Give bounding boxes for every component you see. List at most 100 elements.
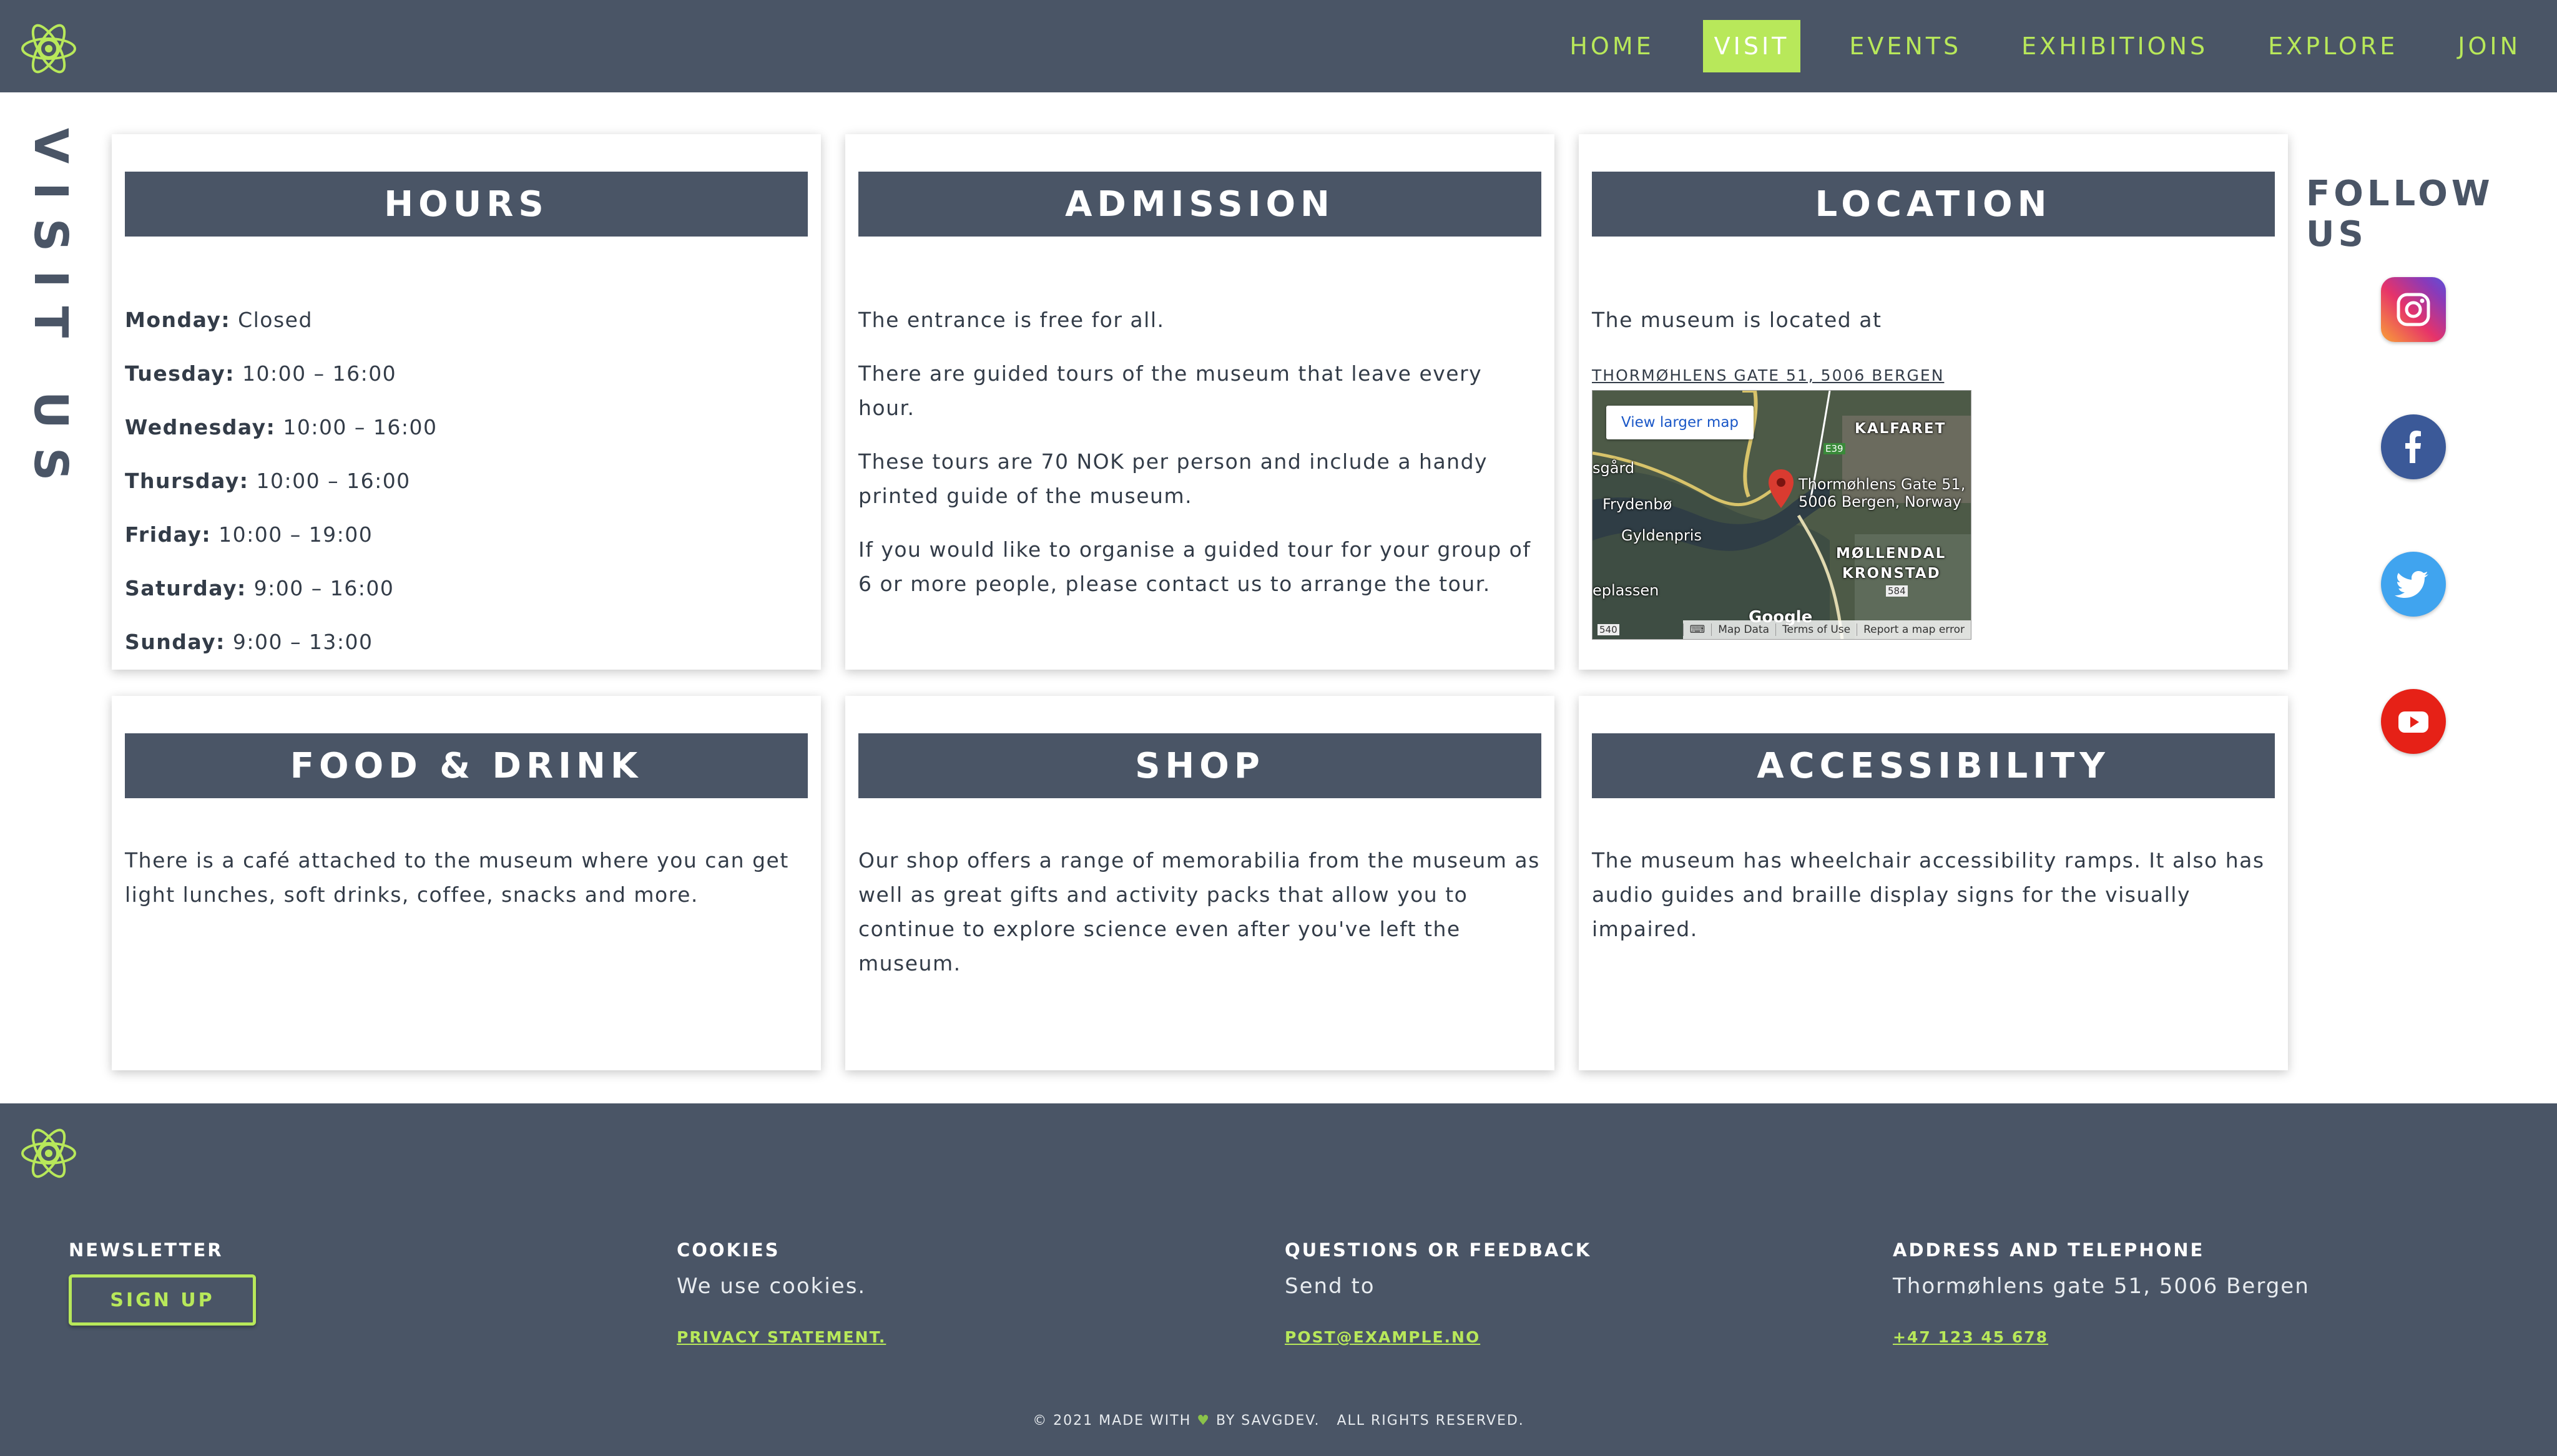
sign-up-button[interactable]: SIGN UP bbox=[69, 1274, 256, 1326]
newsletter-heading: NEWSLETTER bbox=[69, 1239, 223, 1261]
map-label-mollendal: MØLLENDAL bbox=[1836, 545, 1946, 562]
copyright-prefix: © 2021 MADE WITH bbox=[1033, 1413, 1192, 1429]
nav-exhibitions[interactable]: EXHIBITIONS bbox=[2010, 20, 2219, 72]
report-map-error-link[interactable]: Report a map error bbox=[1857, 623, 1971, 636]
map-pin-label-line2: 5006 Bergen, Norway bbox=[1799, 493, 1961, 511]
day-time: 10:00 – 16:00 bbox=[256, 469, 411, 493]
map-label-gyldenpris: Gyldenpris bbox=[1621, 527, 1702, 544]
twitter-icon[interactable] bbox=[2381, 552, 2446, 617]
map-data-link[interactable]: Map Data bbox=[1711, 623, 1775, 636]
day-label: Sunday: bbox=[125, 630, 225, 654]
admission-paragraph: There are guided tours of the museum tha… bbox=[858, 361, 1483, 420]
site-footer: NEWSLETTER SIGN UP COOKIES We use cookie… bbox=[0, 1103, 2557, 1456]
day-time: Closed bbox=[238, 308, 313, 332]
page-title: VISIT US bbox=[24, 128, 77, 500]
map-footer: ⌨ Map Data Terms of Use Report a map err… bbox=[1682, 620, 1971, 639]
follow-us-heading: FOLLOW US bbox=[2306, 173, 2494, 255]
embedded-map[interactable]: View larger map KALFARET sgård Frydenbø … bbox=[1592, 390, 1971, 640]
privacy-statement-link[interactable]: PRIVACY STATEMENT. bbox=[677, 1328, 886, 1346]
food-drink-title: FOOD & DRINK bbox=[125, 733, 808, 798]
footer-atom-logo-icon[interactable] bbox=[19, 1123, 79, 1183]
view-larger-map-button[interactable]: View larger map bbox=[1606, 406, 1754, 439]
map-label-frydenbo: Frydenbø bbox=[1602, 496, 1672, 513]
admission-paragraph: The entrance is free for all. bbox=[858, 308, 1165, 332]
cookies-text: We use cookies. bbox=[677, 1274, 866, 1299]
facebook-icon[interactable] bbox=[2381, 414, 2446, 479]
hours-row: Thursday: 10:00 – 16:00 bbox=[125, 464, 808, 498]
accessibility-card: ACCESSIBILITY The museum has wheelchair … bbox=[1579, 696, 2288, 1070]
nav-visit[interactable]: VISIT bbox=[1702, 20, 1801, 72]
accessibility-body: The museum has wheelchair accessibility … bbox=[1592, 843, 2275, 965]
atom-logo-icon[interactable] bbox=[19, 19, 79, 79]
hours-row: Tuesday: 10:00 – 16:00 bbox=[125, 356, 808, 391]
location-intro: The museum is located at bbox=[1592, 308, 1882, 332]
admission-body: The entrance is free for all. There are … bbox=[858, 303, 1541, 620]
cookies-heading: COOKIES bbox=[677, 1239, 780, 1261]
footer-newsletter: NEWSLETTER SIGN UP bbox=[69, 1239, 256, 1326]
admission-title: ADMISSION bbox=[858, 172, 1541, 237]
copyright-suffix: BY SAVGDEV. ALL RIGHTS RESERVED. bbox=[1215, 1413, 1524, 1429]
facebook-glyph bbox=[2405, 431, 2421, 463]
admission-paragraph: These tours are 70 NOK per person and in… bbox=[858, 449, 1488, 508]
footer-cookies: COOKIES We use cookies. PRIVACY STATEMEN… bbox=[677, 1239, 885, 1346]
food-drink-body: There is a café attached to the museum w… bbox=[125, 843, 808, 931]
heart-icon: ♥ bbox=[1197, 1413, 1210, 1429]
hours-list: Monday: Closed Tuesday: 10:00 – 16:00 We… bbox=[125, 303, 808, 678]
day-label: Tuesday: bbox=[125, 361, 235, 386]
hours-row: Monday: Closed bbox=[125, 303, 808, 337]
day-time: 10:00 – 16:00 bbox=[242, 361, 397, 386]
day-label: Friday: bbox=[125, 522, 212, 547]
map-label-sgard: sgård bbox=[1593, 459, 1635, 477]
site-header: HOME VISIT EVENTS EXHIBITIONS EXPLORE JO… bbox=[0, 0, 2557, 92]
day-time: 10:00 – 16:00 bbox=[283, 415, 438, 439]
address-text: Thormøhlens gate 51, 5006 Bergen bbox=[1893, 1274, 2310, 1299]
accessibility-text: The museum has wheelchair accessibility … bbox=[1592, 848, 2265, 941]
instagram-icon[interactable] bbox=[2381, 277, 2446, 342]
map-label-eplassen: eplassen bbox=[1593, 582, 1659, 599]
accessibility-title: ACCESSIBILITY bbox=[1592, 733, 2275, 798]
feedback-heading: QUESTIONS OR FEEDBACK bbox=[1285, 1239, 1592, 1261]
day-time: 9:00 – 16:00 bbox=[253, 576, 395, 600]
nav-explore[interactable]: EXPLORE bbox=[2257, 20, 2409, 72]
day-label: Thursday: bbox=[125, 469, 249, 493]
twitter-glyph bbox=[2395, 571, 2428, 598]
shop-text: Our shop offers a range of memorabilia f… bbox=[858, 848, 1540, 975]
map-label-kalfaret: KALFARET bbox=[1855, 421, 1946, 437]
hours-row: Sunday: 9:00 – 13:00 bbox=[125, 625, 808, 659]
feedback-text: Send to bbox=[1285, 1274, 1375, 1299]
map-pin-icon[interactable] bbox=[1767, 469, 1795, 509]
food-drink-text: There is a café attached to the museum w… bbox=[125, 848, 789, 907]
email-link[interactable]: POST@EXAMPLE.NO bbox=[1285, 1328, 1480, 1346]
shop-card: SHOP Our shop offers a range of memorabi… bbox=[845, 696, 1554, 1070]
keyboard-icon[interactable]: ⌨ bbox=[1682, 623, 1712, 636]
footer-address: ADDRESS AND TELEPHONE Thormøhlens gate 5… bbox=[1893, 1239, 2309, 1346]
road-sign-e39: E39 bbox=[1823, 443, 1845, 454]
youtube-glyph bbox=[2398, 711, 2428, 733]
food-drink-card: FOOD & DRINK There is a café attached to… bbox=[112, 696, 821, 1070]
admission-paragraph: If you would like to organise a guided t… bbox=[858, 537, 1531, 596]
hours-row: Wednesday: 10:00 – 16:00 bbox=[125, 410, 808, 444]
phone-link[interactable]: +47 123 45 678 bbox=[1893, 1328, 2048, 1346]
instagram-glyph bbox=[2397, 293, 2430, 326]
map-label-kronstad: KRONSTAD bbox=[1842, 565, 1941, 582]
hours-card: HOURS Monday: Closed Tuesday: 10:00 – 16… bbox=[112, 134, 821, 670]
address-link[interactable]: THORMØHLENS GATE 51, 5006 BERGEN bbox=[1592, 358, 1944, 393]
map-pin-label-line1: Thormøhlens Gate 51, bbox=[1799, 476, 1966, 493]
shop-title: SHOP bbox=[858, 733, 1541, 798]
address-heading: ADDRESS AND TELEPHONE bbox=[1893, 1239, 2205, 1261]
location-card: LOCATION The museum is located at THORMØ… bbox=[1579, 134, 2288, 670]
hours-row: Friday: 10:00 – 19:00 bbox=[125, 517, 808, 552]
location-title: LOCATION bbox=[1592, 172, 2275, 237]
nav-events[interactable]: EVENTS bbox=[1838, 20, 1973, 72]
day-label: Wednesday: bbox=[125, 415, 276, 439]
road-sign-540: 540 bbox=[1598, 624, 1619, 635]
road-sign-584: 584 bbox=[1886, 585, 1908, 597]
nav-home[interactable]: HOME bbox=[1558, 20, 1665, 72]
hours-title: HOURS bbox=[125, 172, 808, 237]
day-time: 9:00 – 13:00 bbox=[232, 630, 373, 654]
terms-of-use-link[interactable]: Terms of Use bbox=[1775, 623, 1857, 636]
footer-feedback: QUESTIONS OR FEEDBACK Send to POST@EXAMP… bbox=[1285, 1239, 1592, 1346]
nav-join[interactable]: JOIN bbox=[2447, 20, 2532, 72]
youtube-icon[interactable] bbox=[2381, 689, 2446, 754]
copyright: © 2021 MADE WITH ♥ BY SAVGDEV. ALL RIGHT… bbox=[0, 1413, 2557, 1429]
